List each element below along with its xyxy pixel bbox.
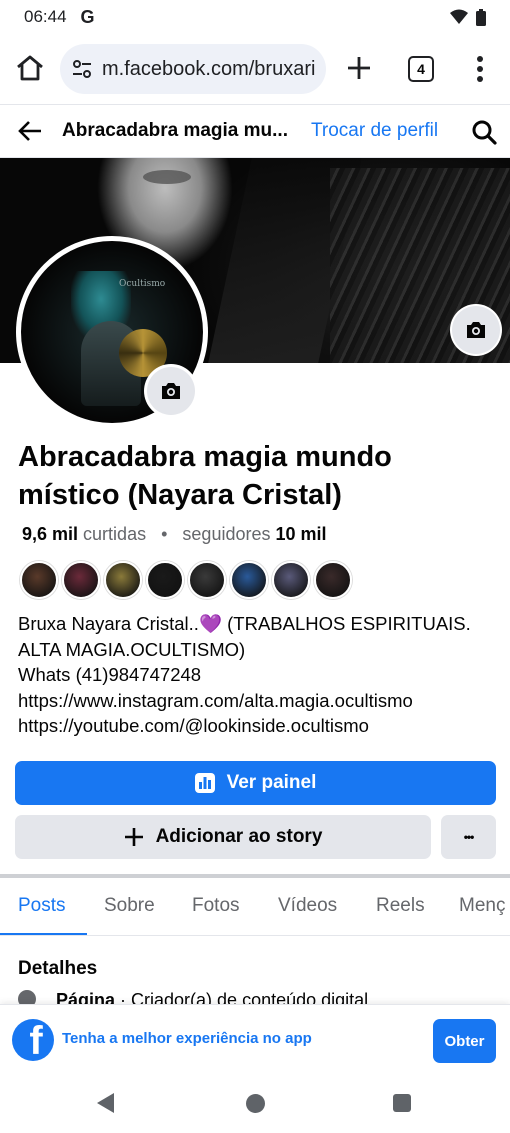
details-page-label: Página (56, 990, 116, 1004)
system-nav-bar (0, 1074, 510, 1133)
facebook-logo-icon: f (12, 1019, 54, 1061)
follower-avatar[interactable] (188, 561, 226, 599)
google-icon: G (80, 6, 95, 27)
cover-face-shape (143, 170, 191, 184)
camera-icon (162, 383, 180, 399)
likes-count: 9,6 mil (22, 524, 79, 544)
get-app-button[interactable]: Obter (433, 1019, 496, 1063)
nav-back-icon[interactable] (97, 1093, 114, 1113)
nav-home-icon[interactable] (246, 1094, 265, 1113)
details-heading: Detalhes (18, 958, 98, 979)
follower-avatars[interactable] (20, 561, 352, 599)
details-category-row: Página · Criador(a) de conteúdo digital (18, 990, 498, 1004)
app-banner-text[interactable]: Tenha a melhor experiência no app (62, 1030, 312, 1047)
likes-label: curtidas (83, 524, 147, 544)
more-dots-icon: ••• (463, 830, 475, 844)
home-icon[interactable] (14, 52, 46, 84)
purple-heart-icon: 💜 (198, 613, 222, 634)
followers-label: seguidores (182, 524, 271, 544)
nav-recents-icon[interactable] (393, 1094, 411, 1112)
site-settings-icon[interactable] (70, 57, 94, 81)
follower-avatar[interactable] (272, 561, 310, 599)
tab-posts[interactable]: Posts (18, 878, 66, 917)
page-name: Abracadabra magia mundo místico (Nayara … (18, 441, 392, 511)
bio-name: Bruxa Nayara Cristal.. (18, 613, 199, 634)
view-dashboard-button[interactable]: Ver painel (15, 761, 496, 805)
status-time: 06:44 (24, 7, 67, 26)
bio-youtube-link[interactable]: https://youtube.com/@lookinside.ocultism… (18, 713, 498, 739)
tab-reels[interactable]: Reels (376, 878, 425, 917)
tab-about[interactable]: Sobre (104, 878, 155, 917)
facebook-logo-letter: f (29, 1019, 43, 1061)
more-vert-icon[interactable] (470, 54, 490, 84)
status-bar: 06:44 G (0, 0, 510, 34)
plus-icon (124, 828, 143, 846)
dashboard-icon (194, 773, 215, 793)
header-title: Abracadabra magia mu... (62, 120, 288, 141)
bio-line-2: ALTA MAGIA.OCULTISMO) (18, 638, 246, 660)
active-tab-indicator (0, 933, 87, 935)
bio-line-1: Bruxa Nayara Cristal..💜 (TRABALHOS ESPIR… (18, 611, 498, 637)
tab-photos[interactable]: Fotos (192, 878, 240, 917)
follower-avatar[interactable] (20, 561, 58, 599)
wifi-icon (450, 9, 468, 24)
bio-line-1-rest: (TRABALHOS ESPIRITUAIS. (222, 613, 471, 634)
tab-switcher-button[interactable]: 4 (408, 56, 434, 82)
back-arrow-icon[interactable] (16, 117, 44, 145)
browser-toolbar: m.facebook.com/bruxari 4 (0, 38, 510, 100)
view-dashboard-label: Ver painel (226, 772, 317, 793)
bio-instagram-link[interactable]: https://www.instagram.com/alta.magia.ocu… (18, 688, 498, 714)
profile-tabs: Posts Sobre Fotos Vídeos Reels Menç (0, 878, 510, 936)
page-bio: Bruxa Nayara Cristal..💜 (TRABALHOS ESPIR… (18, 611, 498, 739)
avatar-text: Ocultismo (119, 279, 166, 289)
follower-avatar[interactable] (62, 561, 100, 599)
follower-avatar[interactable] (146, 561, 184, 599)
info-icon (18, 990, 36, 1004)
bio-whatsapp: Whats (41)984747248 (18, 664, 202, 685)
follower-avatar[interactable] (104, 561, 142, 599)
separator-dot: • (161, 524, 168, 544)
tab-videos[interactable]: Vídeos (278, 878, 337, 917)
new-tab-icon[interactable] (344, 53, 374, 83)
follower-avatar[interactable] (230, 561, 268, 599)
battery-icon (476, 8, 486, 26)
app-install-banner: f Tenha a melhor experiência no app Obte… (0, 1004, 510, 1074)
cover-camera-button[interactable] (452, 306, 500, 354)
follower-avatar[interactable] (314, 561, 352, 599)
page-header: Abracadabra magia mu... Trocar de perfil (0, 104, 510, 158)
add-to-story-label: Adicionar ao story (155, 826, 323, 847)
url-text: m.facebook.com/bruxari (102, 57, 316, 80)
avatar-camera-button[interactable] (147, 367, 195, 415)
details-category: · Criador(a) de conteúdo digital (115, 990, 369, 1004)
switch-profile-link[interactable]: Trocar de perfil (311, 120, 438, 142)
add-to-story-button[interactable]: Adicionar ao story (15, 815, 431, 859)
page-stats[interactable]: 9,6 mil curtidas • seguidores 10 mil (22, 524, 327, 545)
search-icon[interactable] (470, 118, 498, 146)
camera-icon (467, 322, 485, 338)
url-bar[interactable]: m.facebook.com/bruxari (60, 44, 326, 94)
followers-count: 10 mil (275, 524, 327, 544)
more-options-button[interactable]: ••• (441, 815, 496, 859)
tab-mentions[interactable]: Menç (459, 878, 505, 917)
